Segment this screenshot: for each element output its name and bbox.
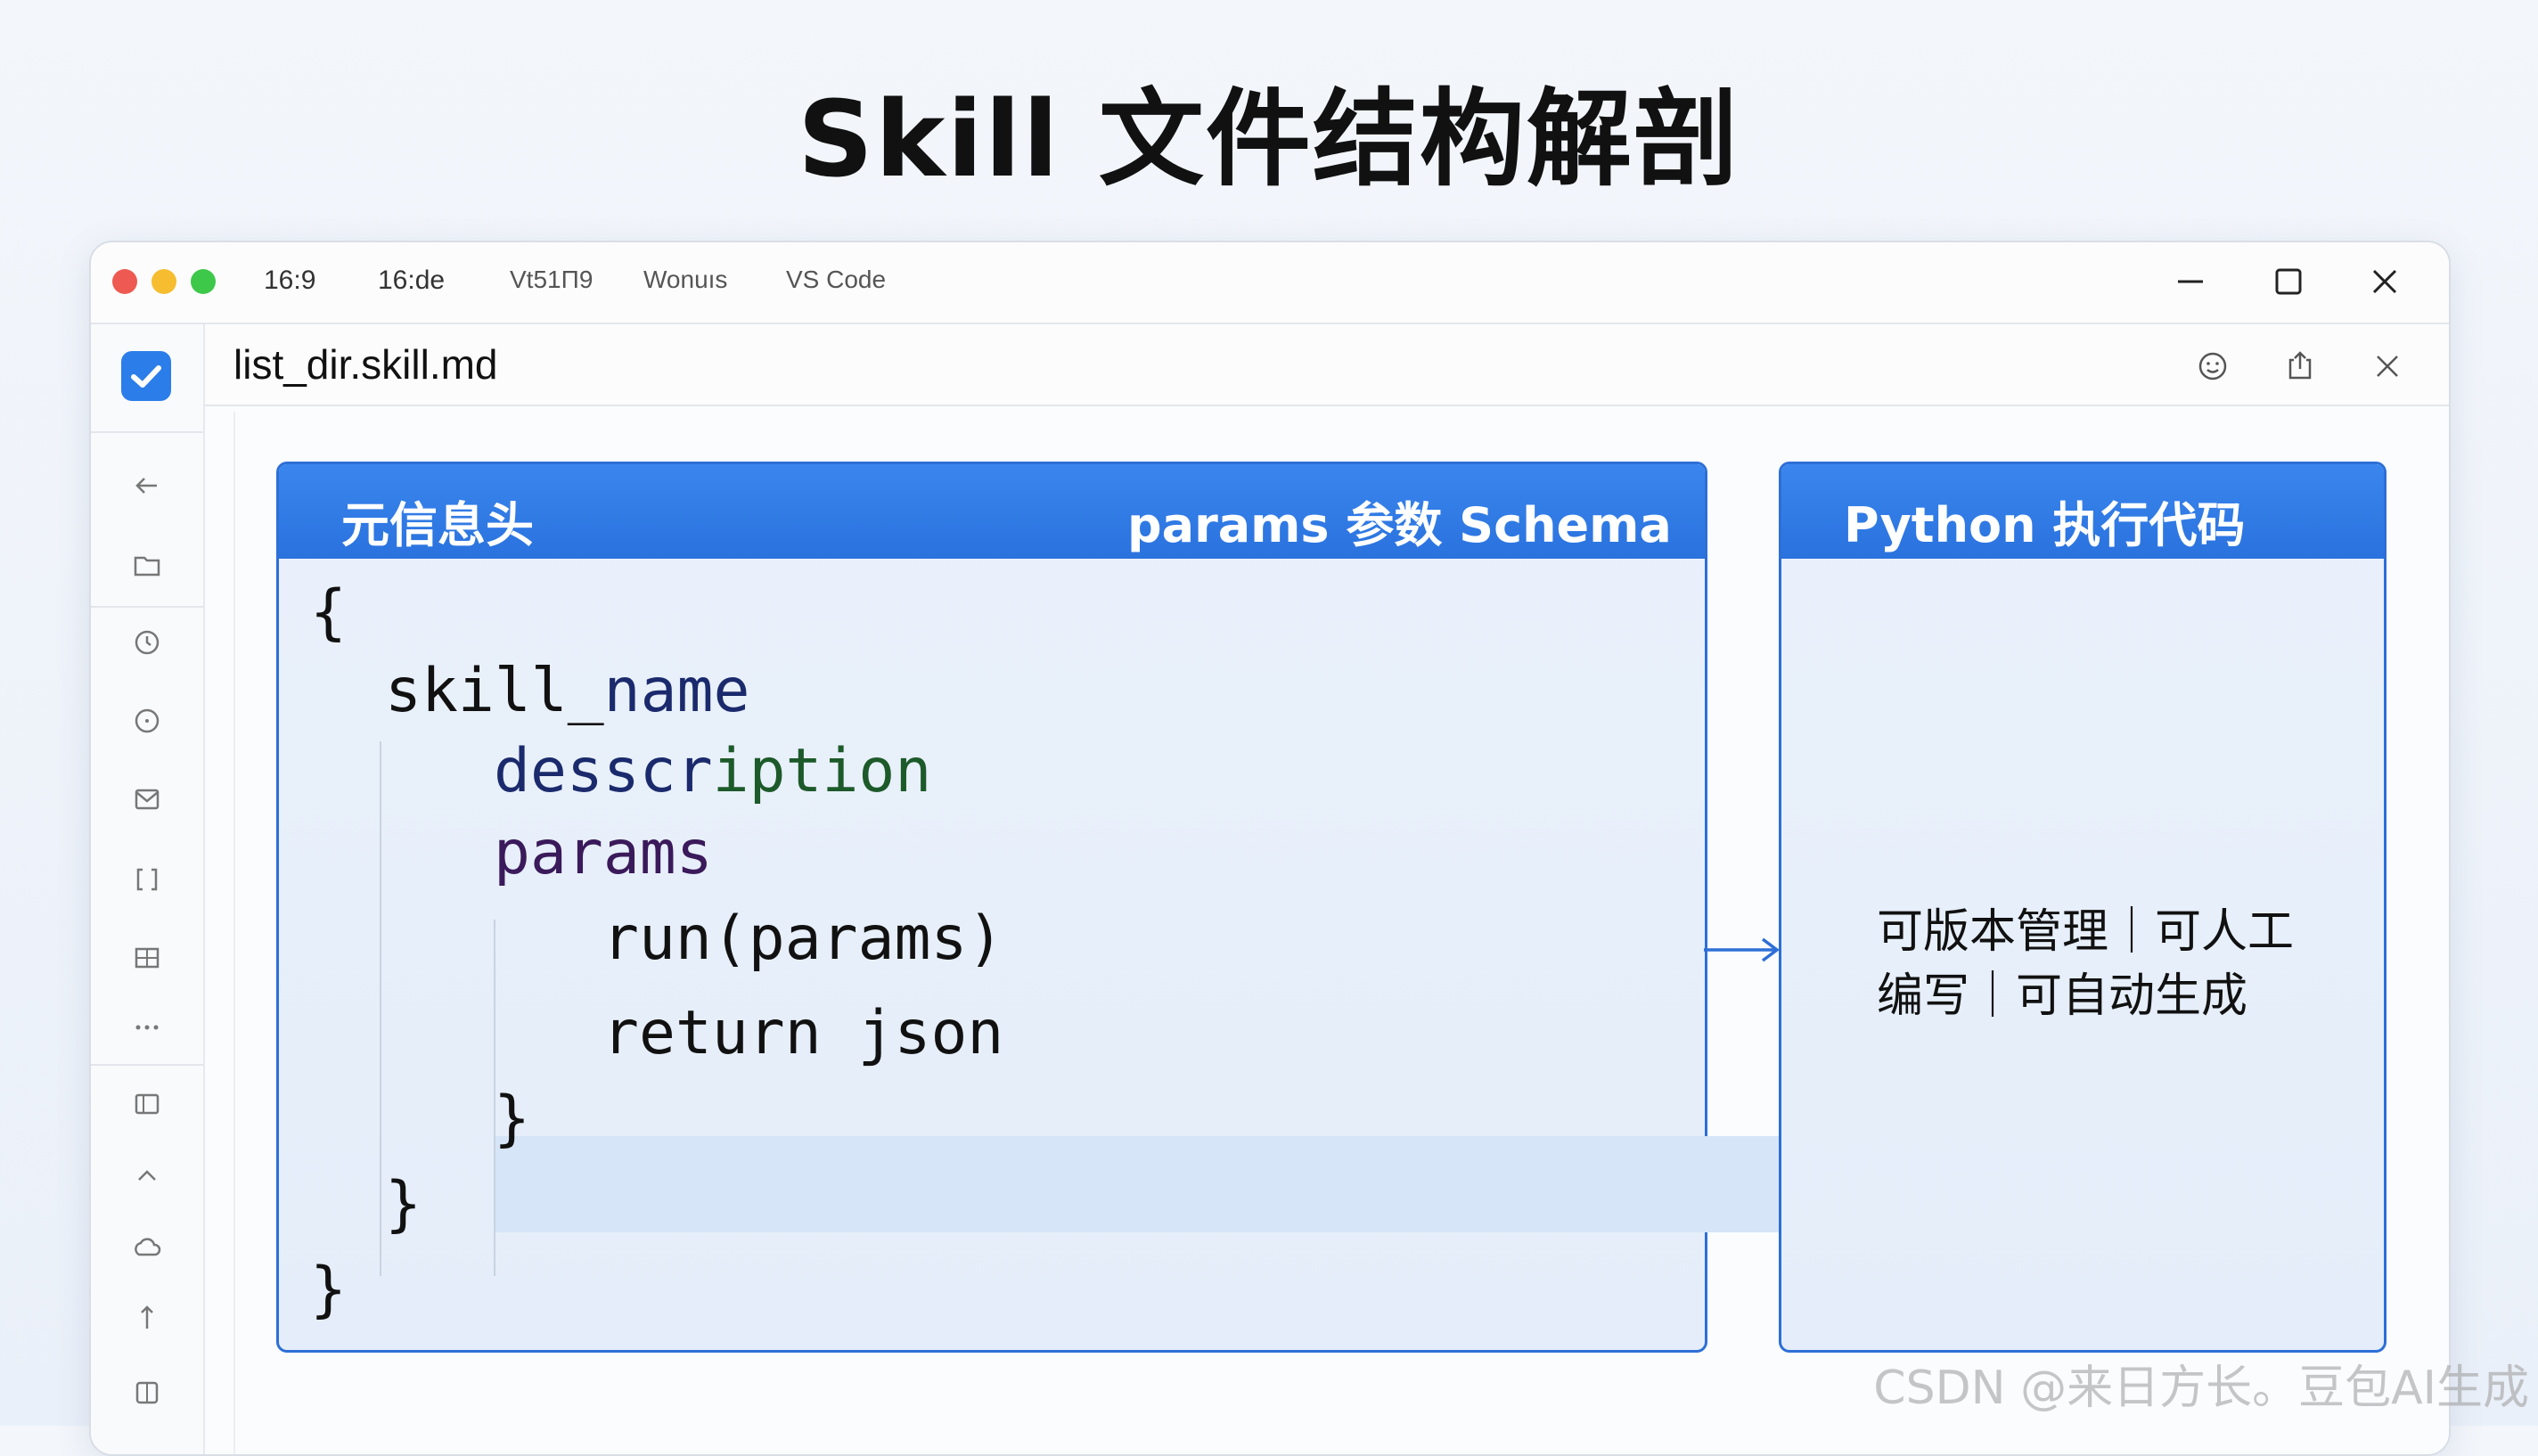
- close-icon[interactable]: [2369, 348, 2406, 385]
- page-title: Skill 文件结构解剖: [798, 78, 1740, 200]
- panel-icon[interactable]: [130, 1087, 164, 1121]
- code-token: skill_: [385, 656, 604, 726]
- code-params: params: [494, 818, 713, 888]
- close-icon[interactable]: [2365, 262, 2404, 301]
- code-token: name: [603, 656, 750, 726]
- sidebar-divider: [91, 606, 203, 608]
- code-brace-close: }: [385, 1169, 422, 1239]
- maximize-icon[interactable]: [2269, 262, 2308, 301]
- titlebar-tab[interactable]: 16:de: [378, 266, 445, 296]
- cloud-icon[interactable]: [130, 1230, 164, 1264]
- python-panel-line: 可版本管理｜可人工: [1877, 905, 2295, 959]
- python-panel-line: 编写｜可自动生成: [1877, 969, 2248, 1023]
- titlebar-tab[interactable]: VS Code: [786, 266, 886, 294]
- editor-tab-header: [205, 324, 2449, 406]
- code-return-json: return json: [602, 998, 1004, 1068]
- mail-icon[interactable]: [130, 782, 164, 816]
- file-name-tab[interactable]: list_dir.skill.md: [233, 340, 498, 389]
- activity-sidebar: [91, 324, 205, 1454]
- code-brace-close: }: [310, 1255, 347, 1325]
- code-description: desscription: [494, 736, 931, 806]
- watermark: CSDN @来日方长。豆包AI生成: [1873, 1362, 2529, 1415]
- code-token: desscr: [494, 736, 713, 806]
- code-brace-close: }: [494, 1084, 530, 1154]
- python-header-label: Python 执行代码: [1844, 497, 2246, 553]
- sidebar-divider: [91, 431, 203, 433]
- highlighted-code-row: [494, 1136, 1893, 1232]
- checkmark-logo-icon[interactable]: [121, 351, 171, 401]
- sort-icon[interactable]: [130, 1301, 164, 1335]
- code-skill-name: skill_name: [385, 656, 749, 726]
- metadata-header-label: 元信息头: [341, 497, 534, 553]
- sidebar-divider: [91, 1064, 203, 1066]
- emoji-icon[interactable]: [2194, 348, 2231, 385]
- titlebar-tab[interactable]: Vt51Π9: [510, 266, 593, 294]
- code-brace-open: {: [310, 577, 347, 648]
- titlebar-tab[interactable]: 16:9: [264, 266, 315, 296]
- python-panel-body: 可版本管理｜可人工 编写｜可自动生成: [1877, 900, 2340, 1028]
- code-run-params: run(params): [602, 904, 1004, 974]
- table-icon[interactable]: [130, 941, 164, 975]
- split-view-icon[interactable]: [130, 1376, 164, 1410]
- editor-gutter: [233, 412, 235, 1454]
- circle-icon[interactable]: [130, 704, 164, 738]
- params-schema-header-label: params 参数 Schema: [1127, 497, 1672, 553]
- indent-guide: [380, 741, 381, 1276]
- more-dots-icon[interactable]: [130, 1010, 164, 1044]
- python-panel-header: Python 执行代码: [1781, 464, 2384, 559]
- back-arrow-icon[interactable]: [130, 469, 164, 503]
- chevron-up-icon[interactable]: [130, 1158, 164, 1192]
- metadata-panel-header: 元信息头 params 参数 Schema: [279, 464, 1705, 559]
- window-titlebar: 16:9 16:de Vt51Π9 Wonuıs VS Code: [91, 242, 2449, 324]
- clock-icon[interactable]: [130, 626, 164, 659]
- folder-icon[interactable]: [130, 547, 164, 581]
- zoom-traffic-button[interactable]: [191, 269, 216, 294]
- close-traffic-button[interactable]: [112, 269, 137, 294]
- share-icon[interactable]: [2281, 348, 2319, 385]
- editor-window: 16:9 16:de Vt51Π9 Wonuıs VS Code list_di…: [89, 241, 2451, 1456]
- titlebar-tab[interactable]: Wonuıs: [643, 266, 727, 294]
- minimize-traffic-button[interactable]: [151, 269, 176, 294]
- bracket-icon[interactable]: [130, 863, 164, 896]
- right-arrow-icon: [1704, 937, 1780, 962]
- code-token: iption: [712, 736, 932, 806]
- minimize-icon[interactable]: [2171, 262, 2210, 301]
